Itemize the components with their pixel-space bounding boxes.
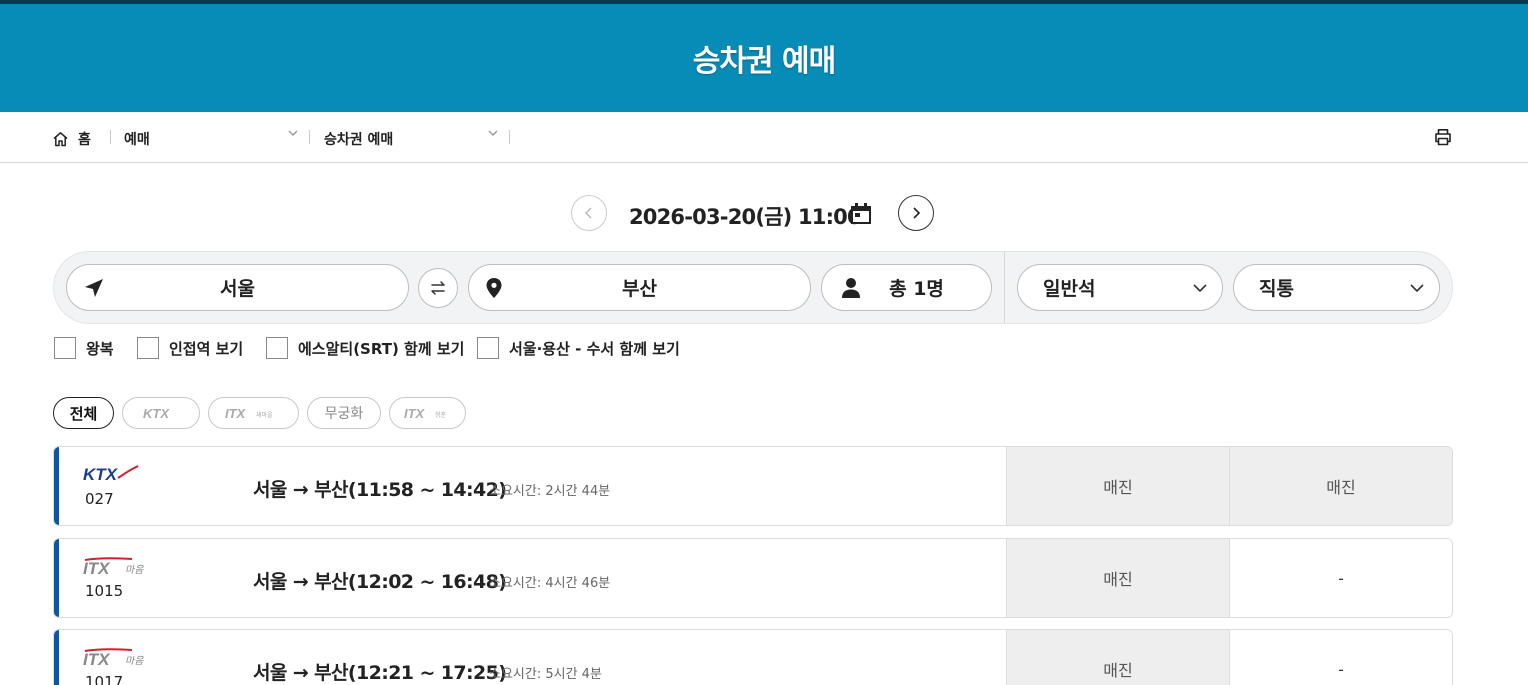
chevron-right-icon (913, 207, 921, 219)
swap-icon (431, 281, 445, 295)
row-accent (54, 539, 59, 617)
svg-text:KTX: KTX (83, 465, 119, 484)
route-type-select[interactable]: 직통 (1233, 264, 1440, 311)
breadcrumb-home[interactable]: 홈 (52, 129, 91, 149)
breadcrumb-separator (309, 130, 310, 144)
itx-maeum-logo-icon: ITX 마음 (83, 557, 144, 578)
train-row[interactable]: ITX 마음 1015 서울 → 부산(12:02 ~ 16:48) 소요시간: … (53, 538, 1453, 618)
print-icon[interactable] (1434, 128, 1452, 146)
train-route: 서울 → 부산(12:21 ~ 17:25) (253, 662, 507, 684)
itx-cheongchun-logo-icon: ITX 청춘 (404, 406, 447, 420)
breadcrumb-separator (110, 130, 111, 144)
chevron-down-icon[interactable] (286, 126, 300, 140)
svg-text:마음: 마음 (125, 564, 144, 576)
travel-duration: 소요시간: 4시간 46분 (489, 576, 611, 591)
home-icon (53, 132, 68, 147)
train-route: 서울 → 부산(12:02 ~ 16:48) (253, 571, 507, 593)
filter-all[interactable]: 전체 (53, 397, 114, 429)
ktx-logo-icon: KTX (83, 465, 139, 484)
chevron-left-icon (584, 207, 592, 219)
chevron-down-icon (1193, 284, 1207, 293)
breadcrumb-home-label: 홈 (78, 132, 91, 148)
general-seat-status[interactable]: 매진 (1006, 447, 1229, 525)
train-number: 1017 (85, 673, 124, 685)
train-row[interactable]: ITX 마음 1017 서울 → 부산(12:21 ~ 17:25) 소요시간: … (53, 629, 1453, 685)
train-row[interactable]: KTX 027 서울 → 부산(11:58 ~ 14:42) 소요시간: 2시간… (53, 446, 1453, 526)
train-route: 서울 → 부산(11:58 ~ 14:42) (253, 479, 507, 501)
option-label: 인접역 보기 (169, 339, 244, 358)
svg-text:마음: 마음 (125, 655, 144, 667)
special-seat-status: - (1229, 539, 1452, 617)
page-header: 승차권 예매 (0, 4, 1528, 112)
page-title: 승차권 예매 (692, 44, 836, 79)
general-seat-status[interactable]: 매진 (1006, 630, 1229, 685)
option-seoul-suseo[interactable]: 서울·용산 - 수서 함께 보기 (477, 337, 680, 359)
passenger-count: 총 1명 (889, 278, 944, 300)
passenger-count-field[interactable]: 총 1명 (821, 264, 992, 311)
travel-duration: 소요시간: 2시간 44분 (489, 484, 611, 499)
option-nearby-stations[interactable]: 인접역 보기 (137, 337, 243, 359)
option-label: 왕복 (86, 339, 114, 358)
filter-itx-cheongchun[interactable]: ITX 청춘 (389, 397, 466, 429)
breadcrumb-separator (509, 130, 510, 144)
calendar-icon[interactable] (850, 203, 872, 225)
svg-text:ITX: ITX (404, 406, 426, 420)
itx-saemaeul-logo-icon: ITX 새마을 (225, 406, 273, 420)
ktx-logo-icon: KTX (143, 406, 170, 420)
svg-text:ITX: ITX (83, 650, 111, 669)
departure-station: 서울 (220, 278, 255, 300)
filter-ktx[interactable]: KTX (122, 397, 200, 429)
option-round-trip[interactable]: 왕복 (54, 337, 114, 359)
seat-class-value: 일반석 (1043, 278, 1096, 300)
svg-text:KTX: KTX (143, 406, 170, 420)
prev-date-button[interactable] (571, 195, 607, 231)
chevron-down-icon (1410, 284, 1424, 293)
option-label: 서울·용산 - 수서 함께 보기 (509, 339, 680, 358)
chevron-down-icon[interactable] (486, 126, 500, 140)
breadcrumb-level1[interactable]: 예매 (124, 129, 150, 149)
date-selector: 2026-03-20(금) 11:00 (0, 193, 1528, 233)
arrival-station-field[interactable]: 부산 (468, 264, 811, 311)
selected-date[interactable]: 2026-03-20(금) 11:00 (629, 201, 862, 231)
filter-mugunghwa[interactable]: 무궁화 (307, 397, 381, 429)
breadcrumb: 홈 예매 승차권 예매 (0, 112, 1528, 163)
general-seat-status[interactable]: 매진 (1006, 539, 1229, 617)
filter-all-label: 전체 (69, 404, 98, 423)
svg-text:ITX: ITX (225, 406, 247, 420)
svg-text:청춘: 청춘 (435, 411, 447, 419)
option-label: 에스알티(SRT) 함께 보기 (298, 339, 465, 358)
special-seat-status: - (1229, 630, 1452, 685)
travel-duration: 소요시간: 5시간 4분 (489, 667, 602, 682)
route-type-value: 직통 (1259, 278, 1294, 300)
svg-text:ITX: ITX (83, 559, 111, 578)
svg-text:새마을: 새마을 (256, 411, 273, 419)
special-seat-status[interactable]: 매진 (1229, 447, 1452, 525)
srt-checkbox[interactable] (266, 337, 288, 359)
itx-maeum-logo-icon: ITX 마음 (83, 648, 144, 669)
next-date-button[interactable] (898, 195, 934, 231)
seat-class-select[interactable]: 일반석 (1017, 264, 1223, 311)
filter-itx-saemaeul[interactable]: ITX 새마을 (208, 397, 299, 429)
row-accent (54, 630, 59, 685)
breadcrumb-level2[interactable]: 승차권 예매 (324, 129, 393, 149)
round-trip-checkbox[interactable] (54, 337, 76, 359)
swap-stations-button[interactable] (418, 268, 458, 308)
seoul-suseo-checkbox[interactable] (477, 337, 499, 359)
divider (1004, 252, 1005, 323)
row-accent (54, 447, 59, 525)
filter-mugunghwa-label: 무궁화 (324, 406, 364, 422)
train-number: 027 (85, 490, 114, 508)
departure-station-field[interactable]: 서울 (66, 264, 409, 311)
arrival-station: 부산 (622, 278, 657, 300)
option-srt[interactable]: 에스알티(SRT) 함께 보기 (266, 337, 464, 359)
search-bar: 서울 부산 총 1명 일반석 직통 (53, 251, 1453, 324)
nearby-stations-checkbox[interactable] (137, 337, 159, 359)
train-number: 1015 (85, 582, 124, 600)
